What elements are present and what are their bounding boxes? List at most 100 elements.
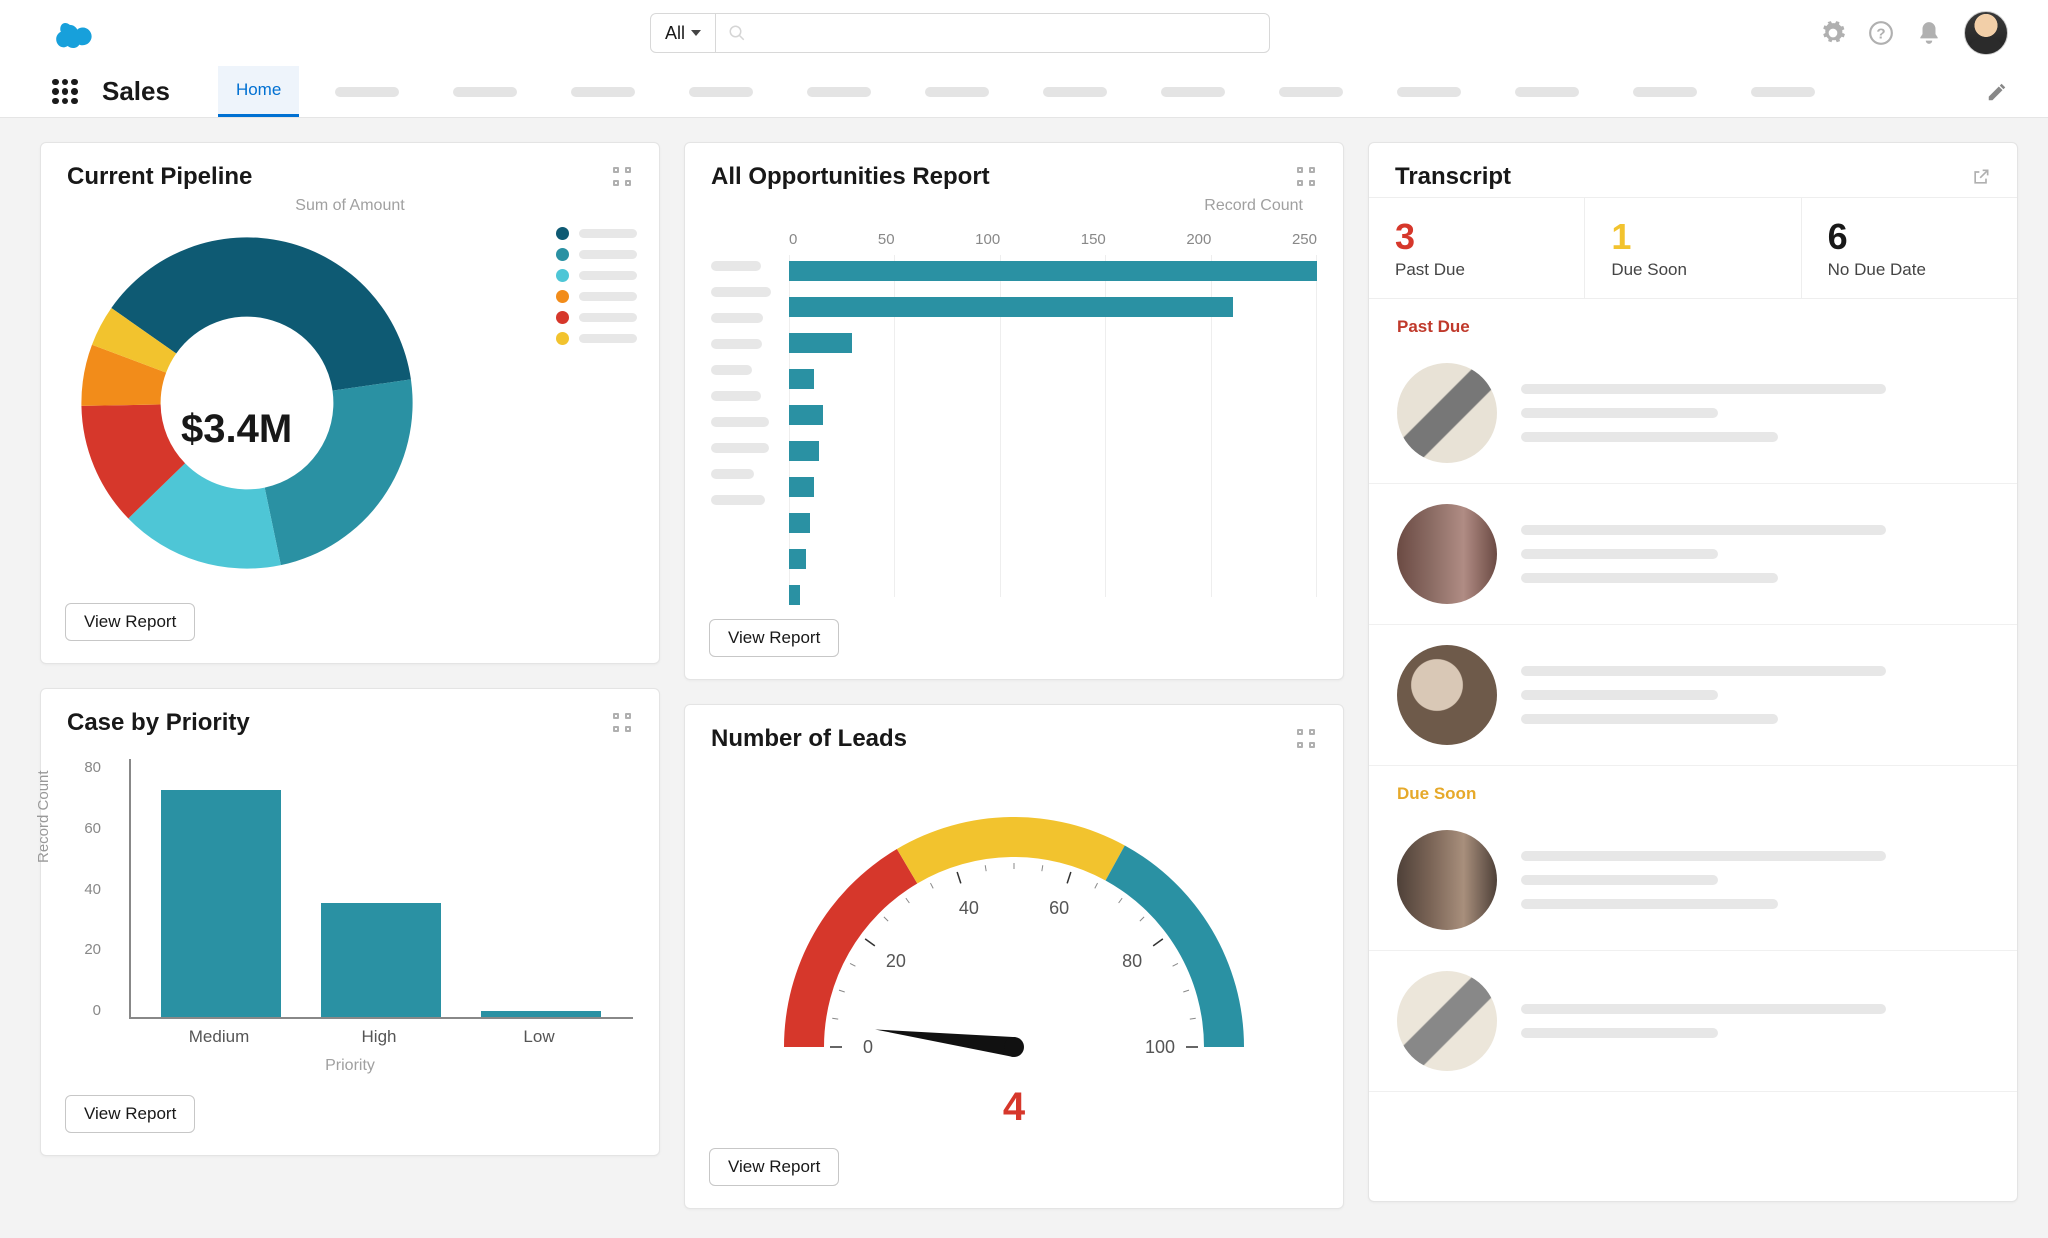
tab-placeholder[interactable] [789,66,889,117]
chart-legend [556,227,637,345]
donut-svg [67,223,427,583]
card-title: All Opportunities Report [711,163,990,191]
view-report-button[interactable]: View Report [709,619,839,657]
tab-placeholder[interactable] [671,66,771,117]
leads-gauge-chart: 0 20 40 60 80 100 4 [685,759,1343,1134]
expand-icon[interactable] [613,713,633,733]
hbar-row-labels [711,227,789,597]
view-report-button[interactable]: View Report [65,1095,195,1133]
svg-text:100: 100 [1145,1037,1175,1057]
svg-text:40: 40 [959,898,979,918]
search-input[interactable] [716,14,1269,52]
tab-placeholder[interactable] [1025,66,1125,117]
tab-placeholder[interactable] [1733,66,1833,117]
transcript-item[interactable] [1369,951,2017,1092]
svg-text:60: 60 [1049,898,1069,918]
app-name: Sales [102,76,170,107]
chevron-down-icon [691,30,701,36]
bars [789,261,1317,605]
tab-placeholder[interactable] [1143,66,1243,117]
card-title: Transcript [1395,163,1511,191]
svg-text:20: 20 [886,951,906,971]
open-external-icon[interactable] [1971,167,1991,187]
pencil-icon[interactable] [1986,81,2008,103]
no-due-label: No Due Date [1828,260,1991,280]
summary-due-soon[interactable]: 1 Due Soon [1585,198,1801,298]
x-axis-label: Priority [67,1057,633,1075]
svg-text:0: 0 [863,1037,873,1057]
dash-col-1: Current Pipeline Sum of Amount $3.4M Vie… [40,142,660,1156]
tab-placeholder[interactable] [553,66,653,117]
gauge-value: 4 [1003,1085,1025,1130]
bars [129,759,633,1019]
transcript-item[interactable] [1369,343,2017,484]
bell-icon[interactable] [1916,20,1942,46]
card-title: Current Pipeline [67,163,252,191]
card-title: Number of Leads [711,725,907,753]
card-case-priority: Case by Priority Record Count 806040200 … [40,688,660,1156]
help-icon[interactable]: ? [1868,20,1894,46]
card-opportunities: All Opportunities Report Record Count 05… [684,142,1344,680]
tab-placeholder[interactable] [907,66,1007,117]
expand-icon[interactable] [1297,167,1317,187]
past-due-count: 3 [1395,216,1558,258]
svg-text:?: ? [1876,25,1885,42]
donut-center-value: $3.4M [181,407,292,452]
y-axis-label: Record Count [35,770,52,863]
card-number-of-leads: Number of Leads 0 20 40 60 80 100 4 View Repo… [684,704,1344,1209]
item-thumb [1397,830,1497,930]
gauge-svg: 0 20 40 60 80 100 [754,777,1274,1077]
tab-placeholder[interactable] [1379,66,1479,117]
item-thumb [1397,363,1497,463]
tab-placeholder[interactable] [1497,66,1597,117]
no-due-count: 6 [1828,216,1991,258]
x-axis-categories: MediumHighLow [159,1019,633,1047]
app-nav: Sales Home [0,66,2048,118]
summary-no-due[interactable]: 6 No Due Date [1802,198,2017,298]
tab-placeholder[interactable] [1615,66,1715,117]
x-axis-title: Record Count [685,197,1343,215]
section-due-soon: Due Soon [1369,766,2017,810]
tab-placeholder[interactable] [1261,66,1361,117]
transcript-item[interactable] [1369,625,2017,766]
view-report-button[interactable]: View Report [65,603,195,641]
header-utilities: ? [1820,11,2008,55]
salesforce-logo-icon [56,18,100,48]
search-scope-label: All [665,23,685,44]
expand-icon[interactable] [1297,729,1317,749]
search-scope-dropdown[interactable]: All [651,14,716,52]
section-past-due: Past Due [1369,299,2017,343]
transcript-item[interactable] [1369,810,2017,951]
global-header: All ? [0,0,2048,66]
past-due-label: Past Due [1395,260,1558,280]
dashboard: Current Pipeline Sum of Amount $3.4M Vie… [0,118,2048,1233]
expand-icon[interactable] [613,167,633,187]
card-transcript: Transcript 3 Past Due 1 Due Soon 6 No Du… [1368,142,2018,1202]
summary-past-due[interactable]: 3 Past Due [1369,198,1585,298]
view-report-button[interactable]: View Report [709,1148,839,1186]
priority-bar-chart: Record Count 806040200 MediumHighLow Pri… [41,743,659,1081]
opps-hbar-chart: 050100150200250 [685,215,1343,605]
item-thumb [1397,971,1497,1071]
dash-col-2: All Opportunities Report Record Count 05… [684,142,1344,1209]
pipeline-donut-chart: $3.4M [41,215,659,589]
due-soon-label: Due Soon [1611,260,1774,280]
svg-text:80: 80 [1122,951,1142,971]
tab-home[interactable]: Home [218,66,299,117]
chart-subtitle: Sum of Amount [41,197,659,215]
global-search: All [650,13,1270,53]
gear-icon[interactable] [1820,20,1846,46]
tab-placeholder[interactable] [435,66,535,117]
transcript-item[interactable] [1369,484,2017,625]
y-axis-ticks: 806040200 [67,759,101,1019]
card-title: Case by Priority [67,709,250,737]
user-avatar[interactable] [1964,11,2008,55]
item-thumb [1397,645,1497,745]
x-axis-ticks: 050100150200250 [789,227,1317,254]
tab-placeholder[interactable] [317,66,417,117]
card-current-pipeline: Current Pipeline Sum of Amount $3.4M Vie… [40,142,660,664]
app-launcher-icon[interactable] [52,79,78,105]
search-icon [728,24,746,42]
due-soon-count: 1 [1611,216,1774,258]
item-thumb [1397,504,1497,604]
